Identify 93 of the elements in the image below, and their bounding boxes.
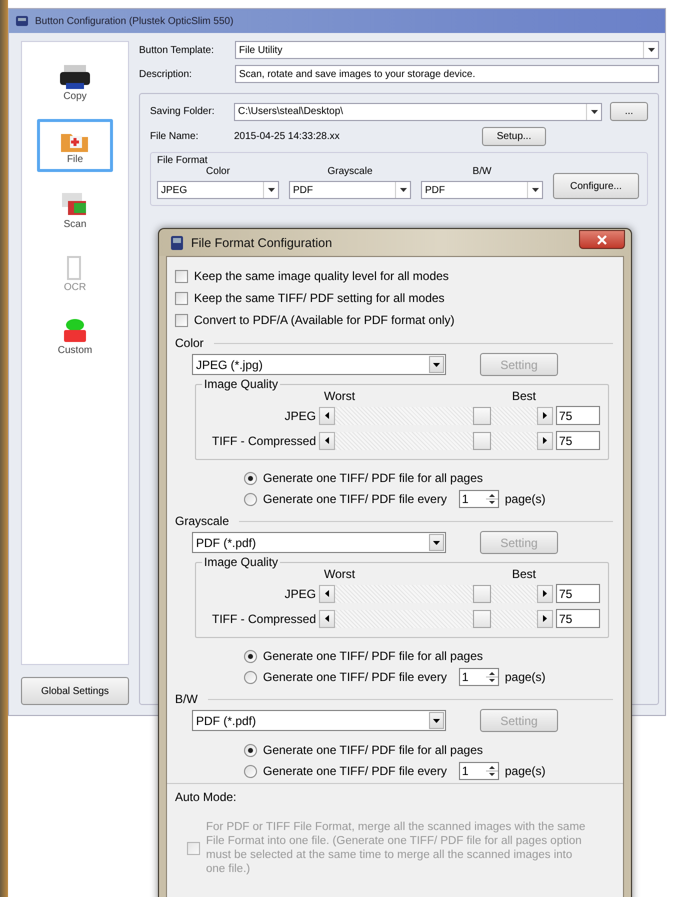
caret-icon [433,362,440,366]
radio-button[interactable] [244,764,257,778]
slider-label: JPEG [284,408,316,422]
checkbox[interactable] [175,314,188,326]
slider-thumb[interactable] [473,406,491,424]
caret-icon [532,188,538,192]
quality-input[interactable]: 75 [556,406,600,425]
sidebar-item[interactable]: File [37,119,113,172]
quality-input[interactable]: 75 [556,584,600,603]
section-title: Grayscale [175,514,230,528]
radio-label: Generate one TIFF/ PDF file every [263,492,447,506]
page-count-spinner[interactable]: 1 [458,490,499,508]
group-title: Image Quality [202,555,280,569]
global-settings-button[interactable]: Global Settings [21,677,129,705]
scale-label: Worst [324,567,356,581]
checkbox-option[interactable]: Keep the same TIFF/ PDF setting for all modes [167,287,623,309]
folder-dropdown[interactable]: C:\Users\steal\Desktop\ [234,102,602,120]
column-label: Color [206,166,230,177]
slider-label: TIFF - Compressed [210,612,316,626]
quality-slider[interactable] [319,406,553,424]
spin-arrows-icon [486,491,498,507]
unit-label: page(s) [504,764,546,778]
unit-label: page(s) [504,670,546,684]
caret-icon [268,188,274,192]
field-label: Button Template: [139,44,215,56]
radio-label: Generate one TIFF/ PDF file for all pages [263,471,483,485]
format-dropdown[interactable]: JPEG [157,181,279,199]
configure-button[interactable]: Configure... [553,173,639,199]
checkbox[interactable] [175,270,188,282]
section-title: B/W [175,692,198,706]
checkbox[interactable] [175,292,188,304]
spin-arrows-icon [486,669,498,685]
slider-label: TIFF - Compressed [210,434,316,448]
group-title: Image Quality [202,377,280,391]
scale-label: Best [512,389,536,403]
scale-label: Best [512,567,536,581]
radio-label: Generate one TIFF/ PDF file for all pages [263,649,483,663]
quality-input[interactable]: 75 [556,431,600,450]
window-title: Button Configuration (Plustek OpticSlim 550) [35,16,234,26]
field-label: Saving Folder: [150,106,216,117]
spin-arrows-icon [486,763,498,779]
radio-button[interactable] [244,472,257,484]
page-count-spinner[interactable]: 1 [458,762,499,780]
sidebar-item[interactable]: Copy [37,56,113,109]
slider-thumb[interactable] [473,584,491,602]
window-title: File Format Configuration [191,236,334,250]
slider-label: JPEG [284,586,316,600]
column-label: B/W [472,166,492,177]
template-dropdown[interactable]: File Utility [235,41,659,59]
description-field[interactable]: Scan, rotate and save images to your storage device. [235,65,659,83]
column-label: Grayscale [327,166,372,177]
format-dropdown[interactable]: PDF [289,181,411,199]
format-dropdown[interactable]: PDF [421,181,543,199]
radio-button[interactable] [244,670,257,684]
group-title: File Format [157,155,209,166]
option-description: For PDF or TIFF File Format, merge all the scanned images with the same File Format into one file. (Generate one TIFF/ PDF file for all pages option must be selected at the same time to merge all the scanned images into one file.) [206,820,586,876]
radio-label: Generate one TIFF/ PDF file every [263,670,447,684]
radio-label: Generate one TIFF/ PDF file for all pages [263,743,483,757]
caret-icon [433,718,440,722]
radio-button[interactable] [244,492,257,506]
scale-label: Worst [324,389,356,403]
radio-button[interactable] [244,650,257,662]
field-label: Description: [139,68,193,80]
quality-slider[interactable] [319,584,553,602]
format-dropdown[interactable]: PDF (*.pdf) [192,710,446,731]
slider-thumb[interactable] [473,610,491,628]
field-label: File Name: [150,131,200,142]
radio-label: Generate one TIFF/ PDF file every [263,764,447,778]
checkbox-option[interactable]: Keep the same image quality level for all modes [167,265,623,287]
caret-icon [400,188,406,192]
quality-slider[interactable] [319,610,553,628]
close-button[interactable] [579,230,625,249]
slider-thumb[interactable] [473,432,491,450]
radio-button[interactable] [244,744,257,756]
checkbox-option[interactable]: Convert to PDF/A (Available for PDF format only) [167,309,623,331]
section-title: Auto Mode: [174,790,238,806]
caret-icon [648,48,654,52]
page-count-spinner[interactable]: 1 [458,668,499,686]
caret-icon [433,540,440,544]
quality-input[interactable]: 75 [556,609,600,628]
file-name-text: 2015-04-25 14:33:28.xx [234,131,341,142]
close-icon [597,234,607,244]
setup-button[interactable]: Setup... [482,127,546,146]
format-dropdown[interactable]: PDF (*.pdf) [192,532,446,553]
sidebar-item[interactable]: Scan [37,182,113,237]
unit-label: page(s) [504,492,546,506]
printer-icon [58,63,92,91]
sidebar-item[interactable]: Custom [37,310,113,363]
caret-icon [590,110,598,114]
section-title: Color [175,336,204,350]
browse-button[interactable]: ... [610,102,648,121]
format-dropdown[interactable]: JPEG (*.jpg) [192,354,446,375]
quality-slider[interactable] [319,432,553,450]
